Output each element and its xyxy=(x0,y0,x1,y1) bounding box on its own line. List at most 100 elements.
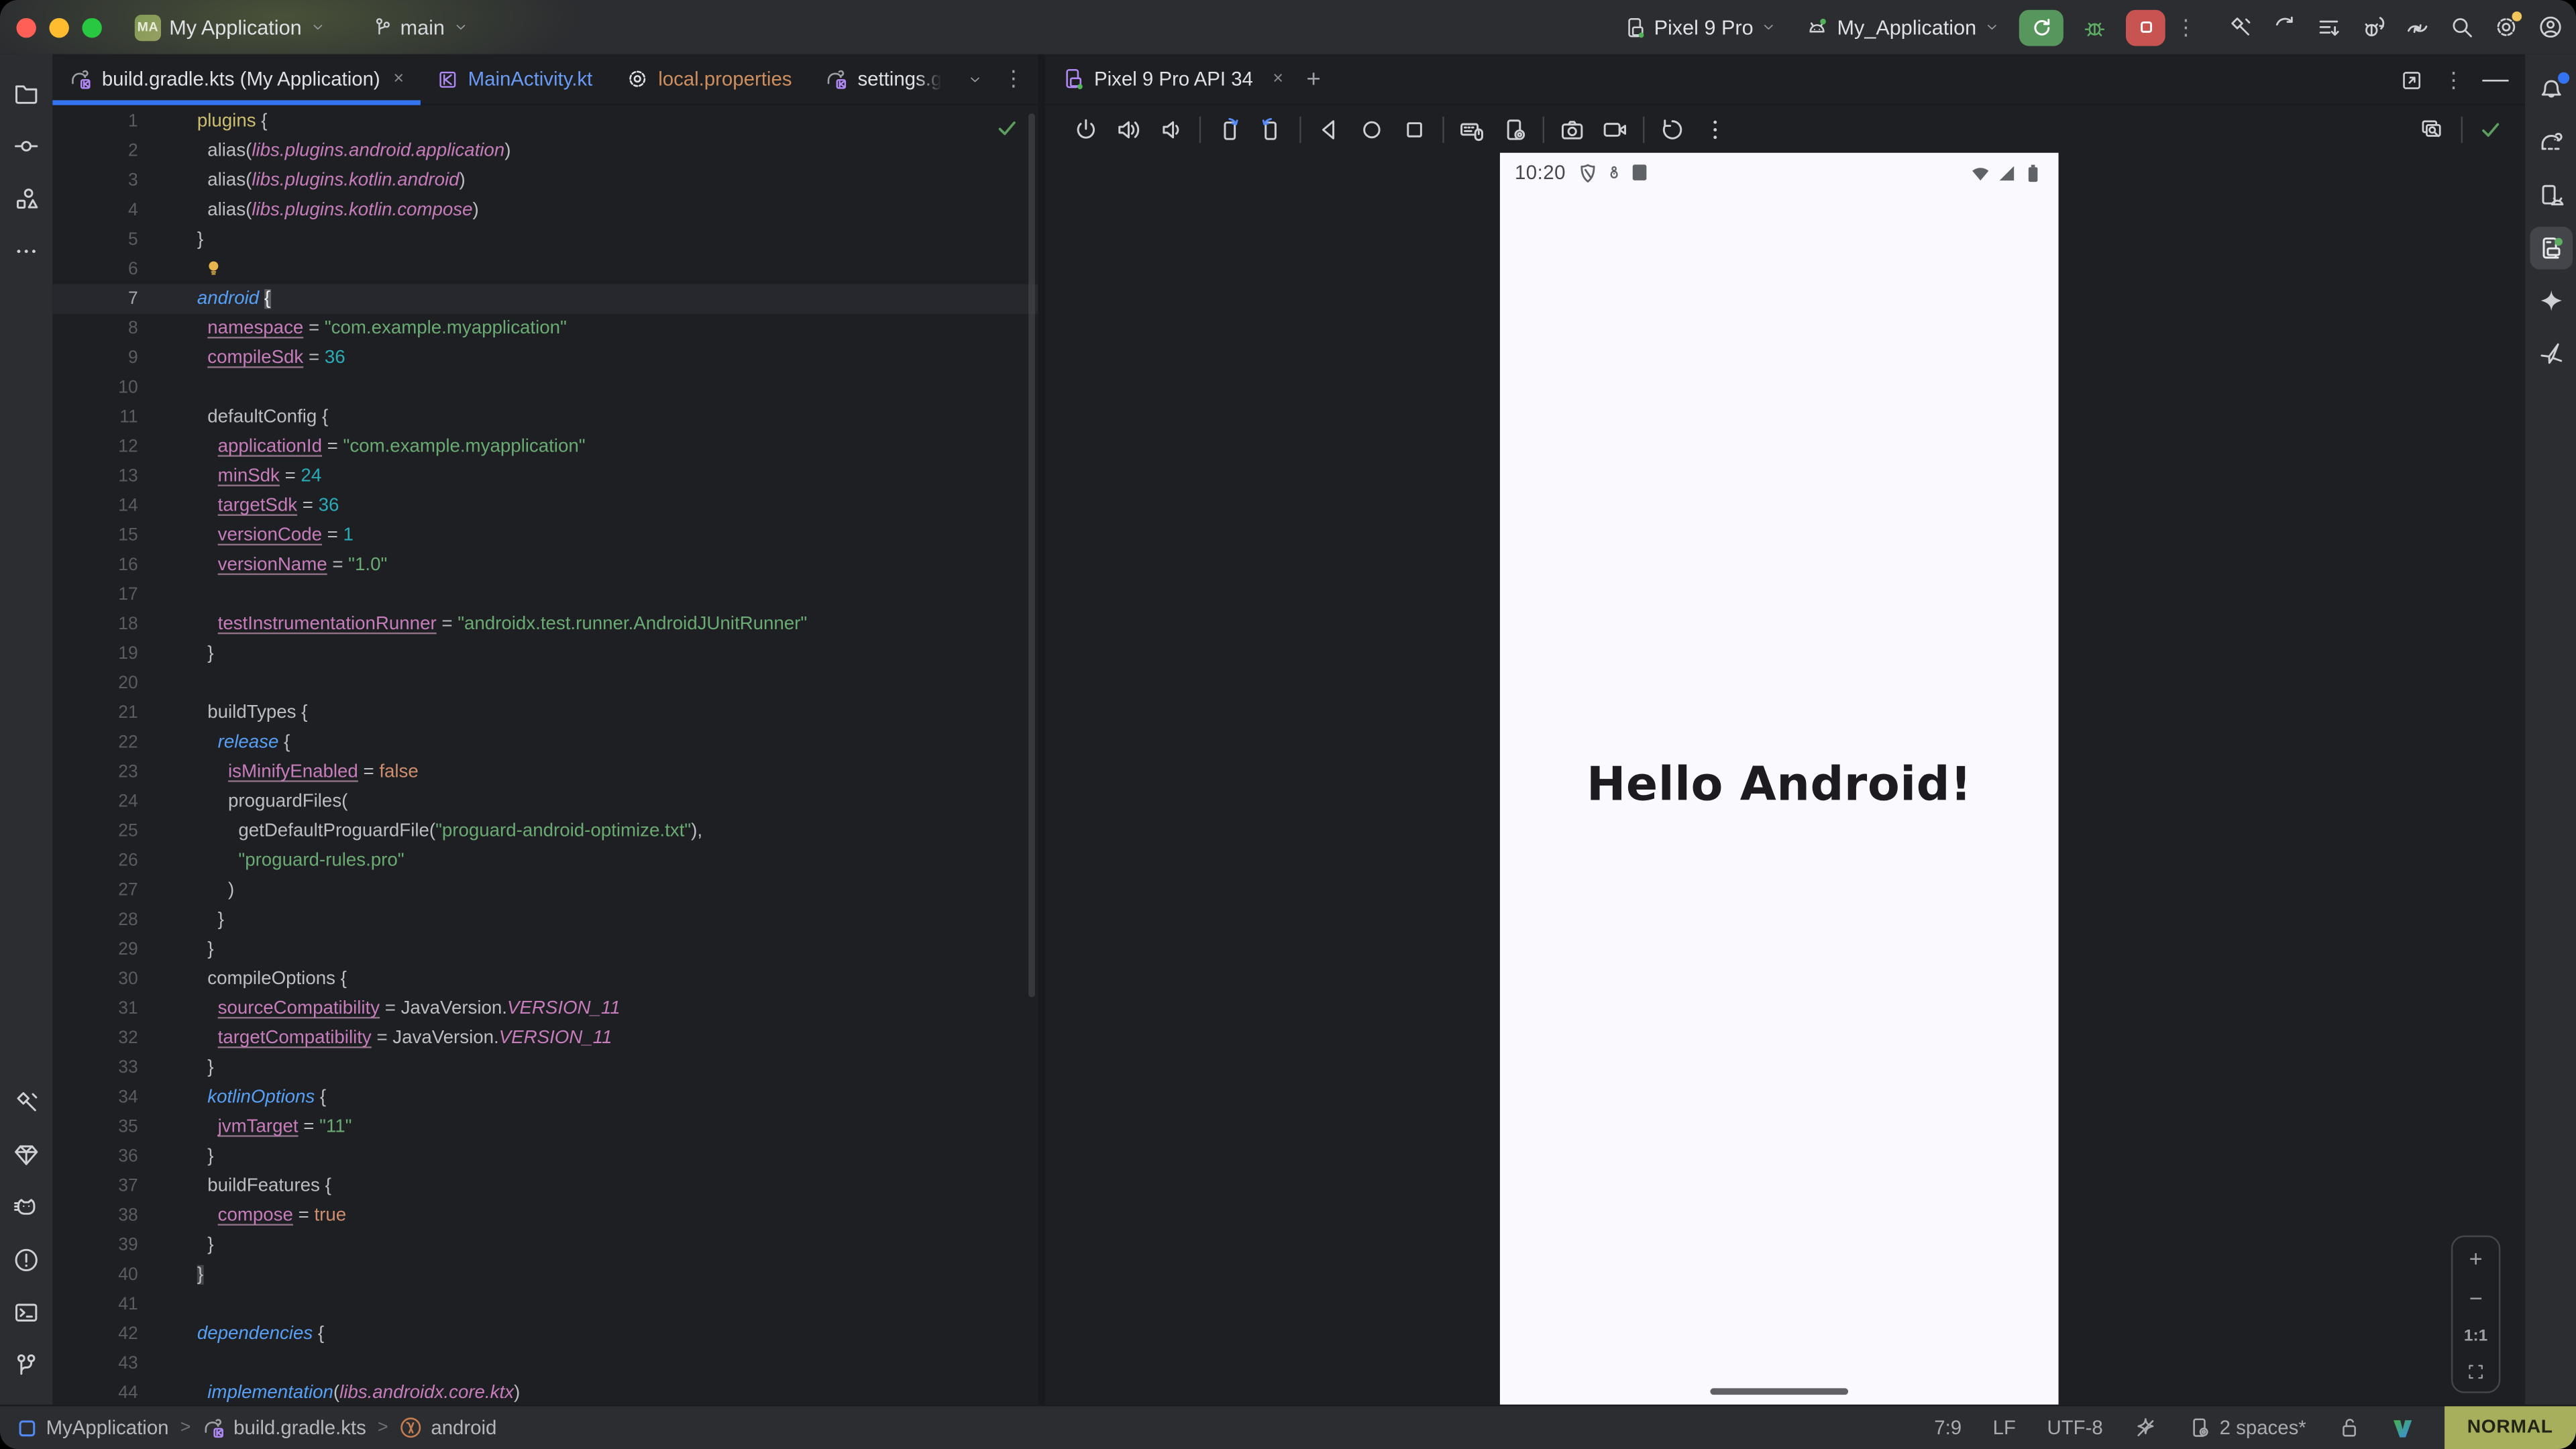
code-line[interactable]: 29 } xyxy=(52,934,1038,964)
code-line[interactable]: 15 versionCode = 1 xyxy=(52,521,1038,550)
device-tab[interactable]: Pixel 9 Pro API 34 × xyxy=(1061,67,1283,90)
code-line[interactable]: 42dependencies { xyxy=(52,1320,1038,1349)
kebab-v-icon[interactable] xyxy=(1702,117,1728,143)
reset-icon[interactable] xyxy=(1659,117,1685,143)
code-line[interactable]: 34 kotlinOptions { xyxy=(52,1083,1038,1112)
device-selector[interactable]: Pixel 9 Pro xyxy=(1613,11,1786,44)
device-manager-icon[interactable] xyxy=(2529,174,2572,217)
zoom-actual-size-button[interactable]: 1:1 xyxy=(2464,1327,2487,1345)
code-line[interactable]: 27 ) xyxy=(52,875,1038,905)
code-editor[interactable]: 1plugins {2 alias(libs.plugins.android.a… xyxy=(52,107,1038,1405)
code-line[interactable]: 4 alias(libs.plugins.kotlin.compose) xyxy=(52,195,1038,225)
breadcrumb-item[interactable]: android xyxy=(400,1416,497,1439)
screenshot-camera-icon[interactable] xyxy=(1559,117,1585,143)
code-line[interactable]: 39 } xyxy=(52,1230,1038,1260)
project-selector[interactable]: MA My Application xyxy=(125,9,335,45)
code-line[interactable]: 17 xyxy=(52,580,1038,609)
minimize-window-button[interactable] xyxy=(49,17,68,37)
rotate-right-icon[interactable] xyxy=(1258,117,1285,143)
quickfix-bulb-icon[interactable] xyxy=(204,258,223,287)
hide-panel-icon[interactable]: — xyxy=(2482,65,2508,95)
editor-tab[interactable]: local.properties xyxy=(609,54,808,103)
code-line[interactable]: 9 compileSdk = 36 xyxy=(52,343,1038,373)
build-hammer-icon[interactable] xyxy=(2228,15,2253,40)
code-line[interactable]: 22 release { xyxy=(52,728,1038,757)
code-line[interactable]: 44 implementation(libs.androidx.core.ktx… xyxy=(52,1379,1038,1405)
code-line[interactable]: 26 "proguard-rules.pro" xyxy=(52,846,1038,875)
code-line[interactable]: 14 targetSdk = 36 xyxy=(52,491,1038,521)
inspections-ok-icon[interactable] xyxy=(996,117,1018,148)
zoom-in-button[interactable]: + xyxy=(2469,1247,2483,1270)
commit-icon[interactable] xyxy=(5,125,48,168)
file-encoding[interactable]: UTF-8 xyxy=(2047,1416,2103,1439)
fit-to-window-icon[interactable] xyxy=(2466,1362,2485,1381)
build-hammer-icon[interactable] xyxy=(5,1081,48,1124)
restart-activity-icon[interactable]: A xyxy=(2272,15,2297,40)
caret-position[interactable]: 7:9 xyxy=(1934,1416,1962,1439)
code-line[interactable]: 10 xyxy=(52,373,1038,402)
code-line[interactable]: 38 compose = true xyxy=(52,1201,1038,1230)
volume-up-icon[interactable] xyxy=(1116,117,1142,143)
problems-icon[interactable] xyxy=(5,1239,48,1282)
ui-check-icon[interactable] xyxy=(2420,117,2445,142)
code-line[interactable]: 5} xyxy=(52,225,1038,255)
code-line[interactable]: 6 xyxy=(52,255,1038,284)
search-everywhere-icon[interactable] xyxy=(2449,15,2474,40)
code-line[interactable]: 21 buildTypes { xyxy=(52,698,1038,728)
maximize-window-button[interactable] xyxy=(82,17,101,37)
overview-icon[interactable] xyxy=(1401,117,1428,143)
notifications-bell-icon[interactable] xyxy=(2529,69,2572,112)
tab-options-kebab[interactable]: ⋮ xyxy=(993,54,1012,103)
code-line[interactable]: 20 xyxy=(52,669,1038,698)
code-line[interactable]: 1plugins { xyxy=(52,107,1038,136)
gesture-navigation-pill[interactable] xyxy=(1710,1388,1848,1395)
code-line[interactable]: 8 namespace = "com.example.myapplication… xyxy=(52,314,1038,343)
apply-code-changes-icon[interactable] xyxy=(2316,15,2341,40)
breadcrumb-item[interactable]: MyApplication xyxy=(16,1416,168,1439)
line-ending[interactable]: LF xyxy=(1993,1416,2016,1439)
panel-options-kebab[interactable]: ⋮ xyxy=(2443,66,2463,93)
gemini-sparkle-icon[interactable] xyxy=(2529,279,2572,322)
code-line[interactable]: 35 jvmTarget = "11" xyxy=(52,1112,1038,1142)
more-horizontal-icon[interactable] xyxy=(5,230,48,273)
home-icon[interactable] xyxy=(1358,117,1385,143)
project-folder-icon[interactable] xyxy=(5,72,48,115)
run-options-kebab[interactable]: ⋮ xyxy=(2175,14,2194,40)
git-branch-icon[interactable] xyxy=(5,1344,48,1387)
close-tab-icon[interactable]: × xyxy=(393,69,404,89)
editor-scrollbar[interactable] xyxy=(1028,113,1035,998)
lock-open-icon[interactable] xyxy=(2337,1416,2360,1439)
sync-gradle-icon[interactable] xyxy=(2405,15,2430,40)
emulator-screen[interactable]: 10:20 A Hello Android! xyxy=(1500,153,2059,1405)
vim-mode-badge[interactable]: NORMAL xyxy=(2444,1406,2576,1449)
vim-plugin-icon[interactable] xyxy=(2392,1417,2413,1438)
code-line[interactable]: 25 getDefaultProguardFile("proguard-andr… xyxy=(52,816,1038,846)
code-line[interactable]: 16 versionName = "1.0" xyxy=(52,550,1038,580)
power-icon[interactable] xyxy=(1073,117,1099,143)
stop-button[interactable] xyxy=(2126,9,2165,45)
keyboard-input-icon[interactable] xyxy=(1459,117,1485,143)
pane-divider[interactable] xyxy=(1038,54,1045,1405)
close-window-button[interactable] xyxy=(16,17,36,37)
code-line[interactable]: 40} xyxy=(52,1260,1038,1289)
editor-tab[interactable]: MainActivity.kt xyxy=(421,54,609,103)
gem-icon[interactable] xyxy=(5,1134,48,1177)
settings-icon[interactable] xyxy=(2494,15,2519,40)
running-devices-icon[interactable] xyxy=(2529,227,2572,270)
code-line[interactable]: 3 alias(libs.plugins.kotlin.android) xyxy=(52,166,1038,195)
code-line[interactable]: 31 sourceCompatibility = JavaVersion.VER… xyxy=(52,994,1038,1024)
profile-app-icon[interactable] xyxy=(2361,15,2385,40)
code-line[interactable]: 13 minSdk = 24 xyxy=(52,462,1038,491)
code-line[interactable]: 7android { xyxy=(52,284,1038,314)
code-line[interactable]: 2 alias(libs.plugins.android.application… xyxy=(52,136,1038,166)
code-line[interactable]: 28 } xyxy=(52,905,1038,934)
code-line[interactable]: 23 isMinifyEnabled = false xyxy=(52,757,1038,787)
code-line[interactable]: 12 applicationId = "com.example.myapplic… xyxy=(52,432,1038,462)
indent-setting[interactable]: 2 spaces* xyxy=(2188,1416,2306,1439)
logcat-cat-icon[interactable] xyxy=(5,1186,48,1229)
code-line[interactable]: 19 } xyxy=(52,639,1038,669)
ai-assistant-disabled-icon[interactable] xyxy=(2134,1416,2157,1439)
code-line[interactable]: 24 proguardFiles( xyxy=(52,787,1038,816)
device-settings-icon[interactable] xyxy=(1501,117,1527,143)
editor-tab[interactable]: settings.g xyxy=(808,54,959,103)
